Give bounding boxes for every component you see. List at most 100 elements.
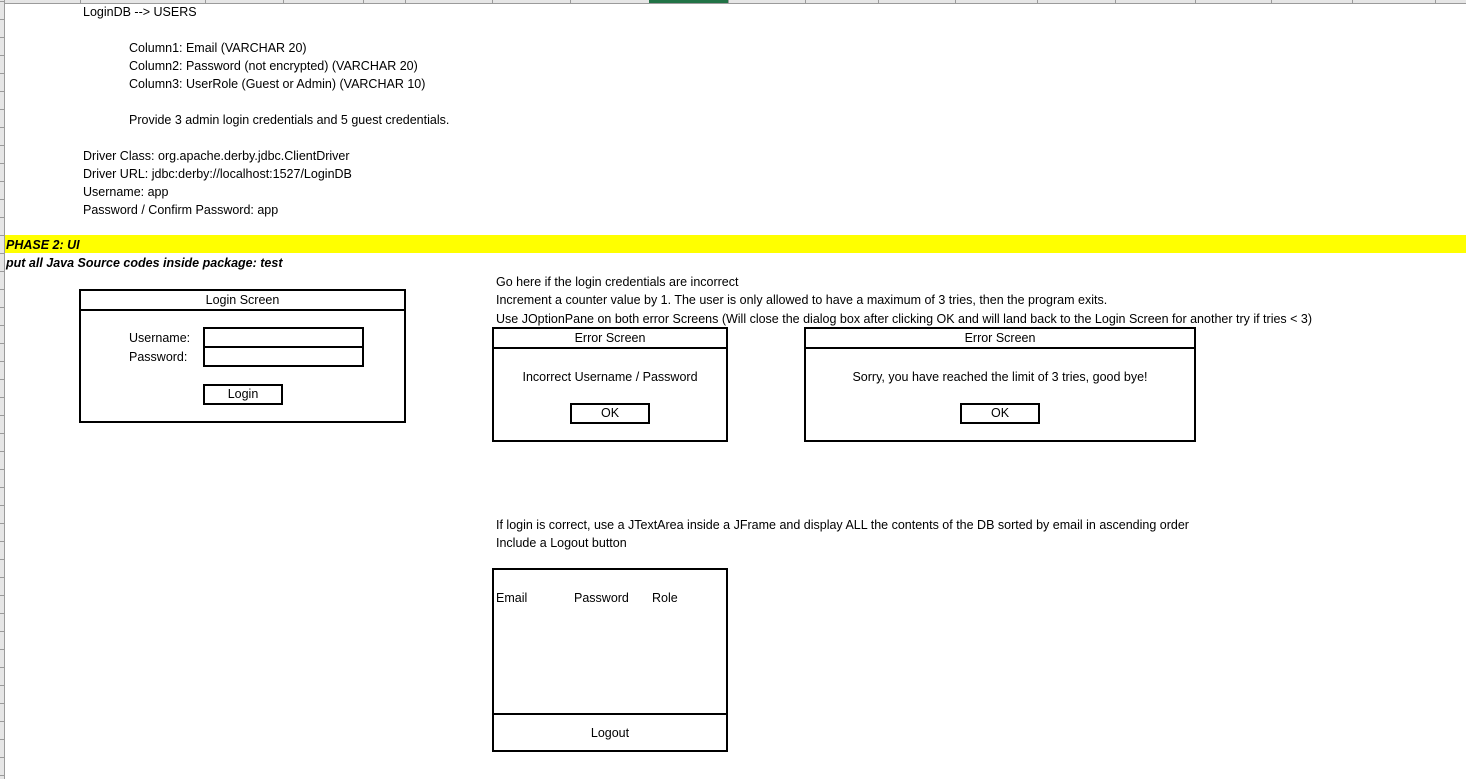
- row-separator[interactable]: [0, 325, 4, 326]
- row-separator[interactable]: [0, 163, 4, 164]
- username-field[interactable]: [203, 327, 364, 348]
- row-separator[interactable]: [0, 451, 4, 452]
- error-note: Go here if the login credentials are inc…: [496, 275, 739, 289]
- column-separator[interactable]: [405, 0, 406, 3]
- row-separator[interactable]: [0, 1, 4, 2]
- column-spec: Column2: Password (not encrypted) (VARCH…: [129, 59, 418, 73]
- column-header-email: Email: [496, 591, 528, 605]
- column-separator[interactable]: [492, 0, 493, 3]
- row-separator[interactable]: [0, 307, 4, 308]
- column-separator[interactable]: [205, 0, 206, 3]
- row-separator[interactable]: [0, 559, 4, 560]
- credentials-note: Provide 3 admin login credentials and 5 …: [129, 113, 450, 127]
- row-separator[interactable]: [0, 217, 4, 218]
- row-separator[interactable]: [0, 757, 4, 758]
- password-field[interactable]: [203, 346, 364, 367]
- row-separator[interactable]: [0, 685, 4, 686]
- column-spec: Column1: Email (VARCHAR 20): [129, 41, 307, 55]
- row-separator[interactable]: [0, 145, 4, 146]
- row-separator[interactable]: [0, 343, 4, 344]
- error-message: Incorrect Username / Password: [522, 370, 698, 384]
- row-separator[interactable]: [0, 19, 4, 20]
- row-separator[interactable]: [0, 397, 4, 398]
- row-separator[interactable]: [0, 703, 4, 704]
- error-screen-title: Error Screen: [494, 329, 726, 349]
- row-separator[interactable]: [0, 649, 4, 650]
- row-separator[interactable]: [0, 271, 4, 272]
- frame-divider: [494, 713, 726, 715]
- package-note: put all Java Source codes inside package…: [6, 256, 283, 270]
- row-separator[interactable]: [0, 289, 4, 290]
- error-message: Sorry, you have reached the limit of 3 t…: [852, 370, 1148, 384]
- row-separator[interactable]: [0, 235, 4, 236]
- row-separator[interactable]: [0, 55, 4, 56]
- row-separator[interactable]: [0, 109, 4, 110]
- row-separator[interactable]: [0, 361, 4, 362]
- row-separator[interactable]: [0, 505, 4, 506]
- row-separator[interactable]: [0, 253, 4, 254]
- column-separator[interactable]: [1195, 0, 1196, 3]
- phase-heading: PHASE 2: UI: [6, 238, 80, 252]
- column-separator[interactable]: [878, 0, 879, 3]
- error-screen-limit: Error Screen Sorry, you have reached the…: [804, 327, 1196, 442]
- row-separator[interactable]: [0, 37, 4, 38]
- column-separator[interactable]: [1115, 0, 1116, 3]
- logout-button[interactable]: Logout: [494, 724, 726, 742]
- row-separator[interactable]: [0, 721, 4, 722]
- row-separator[interactable]: [0, 127, 4, 128]
- row-separator[interactable]: [0, 595, 4, 596]
- ok-button[interactable]: OK: [570, 403, 650, 424]
- column-separator[interactable]: [363, 0, 364, 3]
- success-note: If login is correct, use a JTextArea ins…: [496, 518, 1189, 532]
- row-separator[interactable]: [0, 487, 4, 488]
- row-separator[interactable]: [0, 739, 4, 740]
- column-separator[interactable]: [805, 0, 806, 3]
- row-separator[interactable]: [0, 433, 4, 434]
- row-separator[interactable]: [0, 469, 4, 470]
- row-separator[interactable]: [0, 415, 4, 416]
- row-separator[interactable]: [0, 775, 4, 776]
- row-separator[interactable]: [0, 577, 4, 578]
- table-reference: LoginDB --> USERS: [83, 5, 197, 19]
- selected-column-header[interactable]: [649, 0, 728, 3]
- column-spec: Column3: UserRole (Guest or Admin) (VARC…: [129, 77, 426, 91]
- row-separator[interactable]: [0, 379, 4, 380]
- password-label: Password:: [129, 350, 188, 364]
- driver-url: Driver URL: jdbc:derby://localhost:1527/…: [83, 167, 352, 181]
- login-screen-title: Login Screen: [81, 291, 404, 311]
- column-header-role: Role: [652, 591, 678, 605]
- username-label: Username:: [129, 331, 191, 345]
- db-username: Username: app: [83, 185, 169, 199]
- row-separator[interactable]: [0, 73, 4, 74]
- column-header-strip[interactable]: [0, 0, 1466, 4]
- column-separator[interactable]: [1037, 0, 1038, 3]
- row-separator[interactable]: [0, 667, 4, 668]
- column-separator[interactable]: [80, 0, 81, 3]
- column-header-password: Password: [574, 591, 629, 605]
- login-button[interactable]: Login: [203, 384, 283, 405]
- row-separator[interactable]: [0, 541, 4, 542]
- row-separator[interactable]: [0, 523, 4, 524]
- row-separator[interactable]: [0, 91, 4, 92]
- column-separator[interactable]: [1271, 0, 1272, 3]
- column-separator[interactable]: [955, 0, 956, 3]
- row-separator[interactable]: [0, 613, 4, 614]
- ok-button[interactable]: OK: [960, 403, 1040, 424]
- column-separator[interactable]: [1352, 0, 1353, 3]
- error-note: Use JOptionPane on both error Screens (W…: [496, 312, 1313, 326]
- db-password: Password / Confirm Password: app: [83, 203, 279, 217]
- column-separator[interactable]: [570, 0, 571, 3]
- row-separator[interactable]: [0, 631, 4, 632]
- error-note: Increment a counter value by 1. The user…: [496, 293, 1108, 307]
- column-separator[interactable]: [1435, 0, 1436, 3]
- driver-class: Driver Class: org.apache.derby.jdbc.Clie…: [83, 149, 350, 163]
- row-separator[interactable]: [0, 181, 4, 182]
- success-note: Include a Logout button: [496, 536, 627, 550]
- error-screen-incorrect: Error Screen Incorrect Username / Passwo…: [492, 327, 728, 442]
- row-separator[interactable]: [0, 199, 4, 200]
- column-separator[interactable]: [283, 0, 284, 3]
- spreadsheet-canvas: LoginDB --> USERS Column1: Email (VARCHA…: [0, 0, 1466, 779]
- column-separator[interactable]: [728, 0, 729, 3]
- row-header-strip[interactable]: [0, 0, 5, 779]
- phase-highlight-band: [5, 235, 1466, 253]
